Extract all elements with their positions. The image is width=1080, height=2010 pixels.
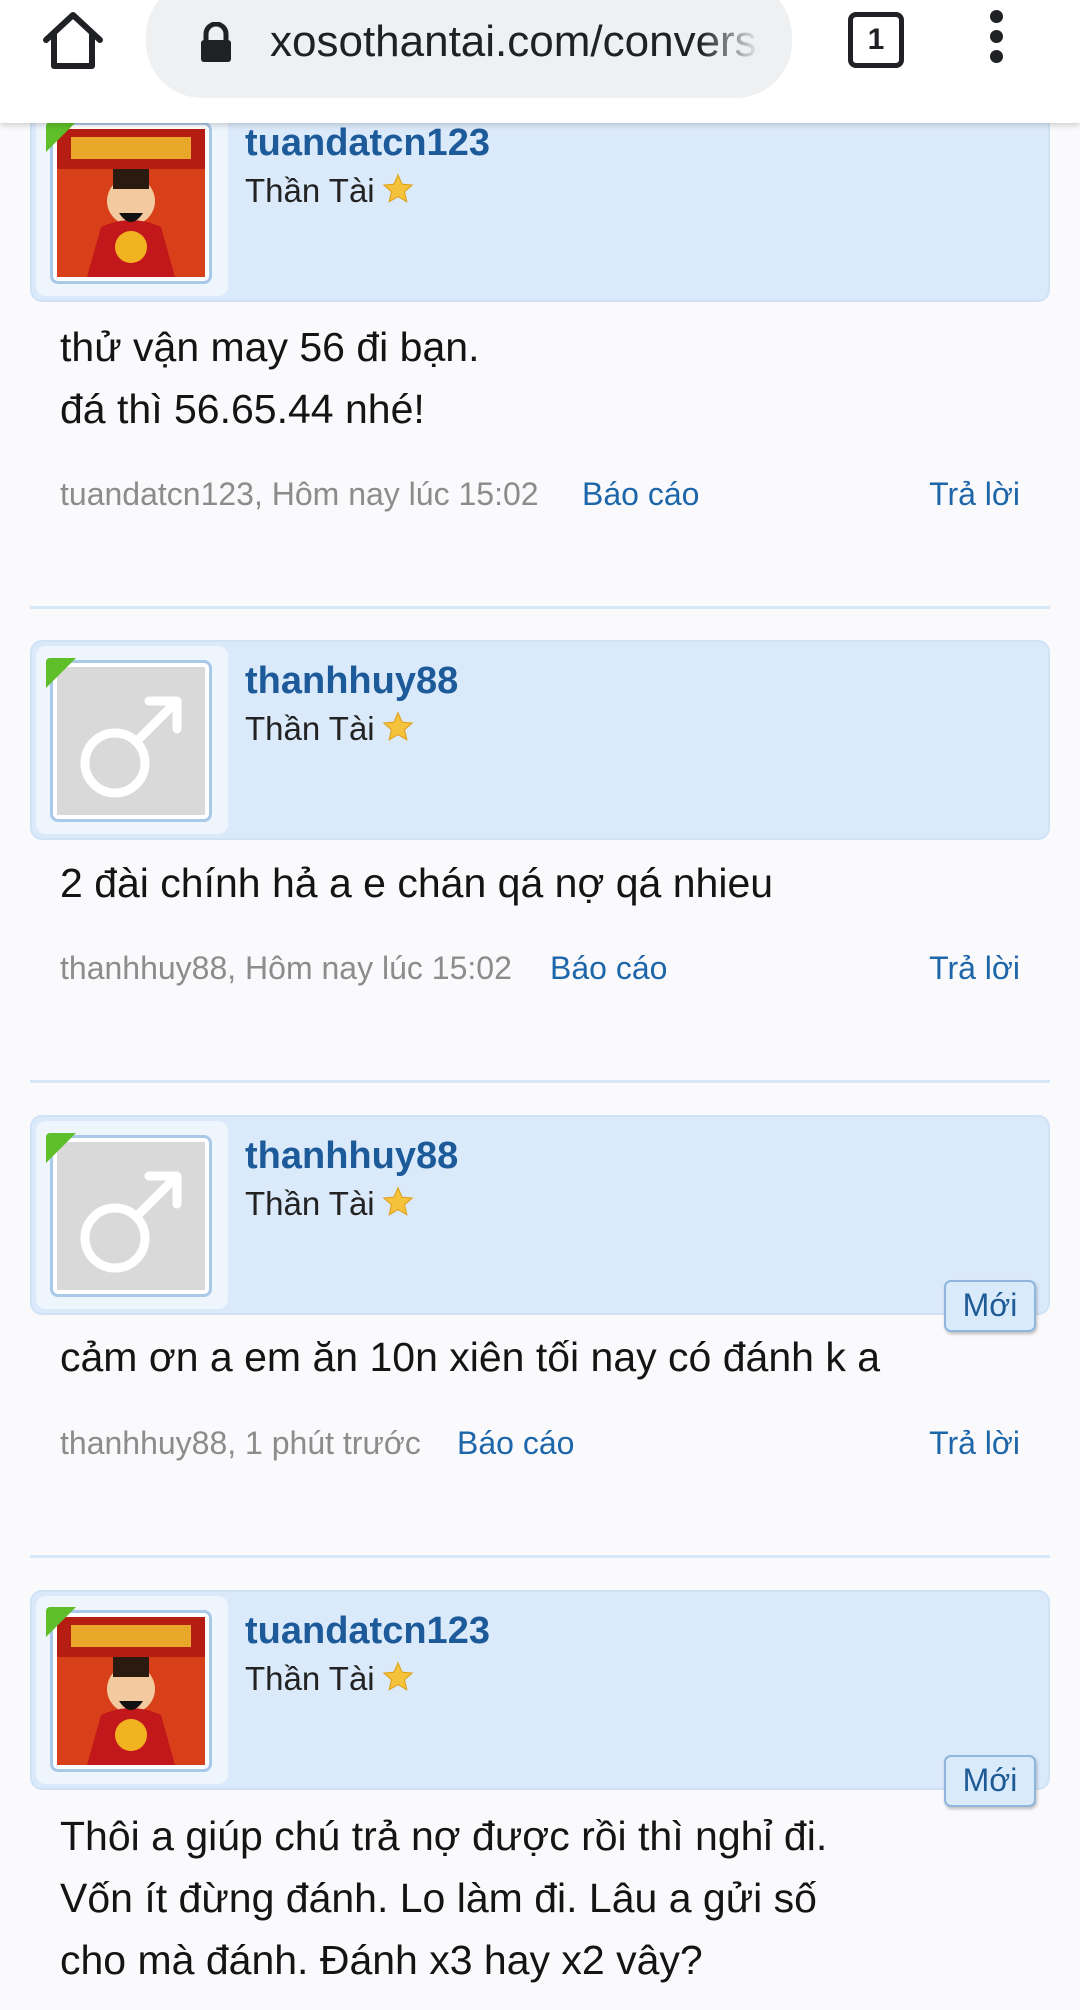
star-icon	[381, 1660, 415, 1702]
username[interactable]: thanhhuy88	[245, 660, 458, 703]
star-icon	[381, 710, 415, 752]
report-link[interactable]: Báo cáo	[550, 950, 667, 987]
message-text: 2 đài chính hả a e chán qá nợ qá nhieu	[60, 860, 774, 906]
message-text: Thôi a giúp chú trả nợ được rồi thì nghỉ…	[60, 1813, 828, 1983]
home-icon[interactable]	[38, 6, 108, 76]
online-indicator-icon	[46, 122, 76, 152]
username[interactable]: tuandatcn123	[245, 1610, 490, 1653]
online-indicator-icon	[46, 1607, 76, 1637]
user-info-panel: thanhhuy88 Thần Tài	[30, 1115, 1050, 1315]
message-text: cảm ơn a em ăn 10n xiên tối nay có đánh …	[60, 1334, 881, 1380]
star-icon	[381, 1185, 415, 1227]
url-text[interactable]: xosothantai.com/conversations/	[270, 14, 760, 70]
username[interactable]: thanhhuy88	[245, 1135, 458, 1178]
message-text: thử vận may 56 đi bạn. đá thì 56.65.44 n…	[60, 324, 480, 432]
rank-label: Thần Tài	[245, 172, 375, 209]
report-link[interactable]: Báo cáo	[457, 1425, 574, 1462]
user-rank: Thần Tài	[245, 1185, 415, 1227]
new-badge: Mới	[944, 1755, 1036, 1807]
user-info-panel: thanhhuy88 Thần Tài	[30, 640, 1050, 840]
reply-link[interactable]: Trả lời	[929, 1425, 1020, 1462]
user-rank: Thần Tài	[245, 1660, 415, 1702]
new-badge: Mới	[944, 1280, 1036, 1332]
rank-label: Thần Tài	[245, 710, 375, 747]
reply-link[interactable]: Trả lời	[929, 476, 1020, 513]
than-tai-avatar-image	[57, 1617, 205, 1765]
user-info-panel: tuandatcn123 Thần Tài	[30, 1590, 1050, 1790]
user-rank: Thần Tài	[245, 710, 415, 752]
default-male-avatar-image	[57, 1142, 205, 1290]
user-info-panel: tuandatcn123 Thần Tài	[30, 102, 1050, 302]
overflow-menu-icon[interactable]	[978, 10, 1014, 70]
rank-label: Thần Tài	[245, 1660, 375, 1697]
than-tai-avatar-image	[57, 129, 205, 277]
divider	[30, 606, 1050, 609]
post-meta: thanhhuy88, Hôm nay lúc 15:02	[60, 950, 512, 986]
post-meta: thanhhuy88, 1 phút trước	[60, 1425, 421, 1461]
report-link[interactable]: Báo cáo	[582, 476, 699, 513]
post-meta: tuandatcn123, Hôm nay lúc 15:02	[60, 476, 539, 512]
username[interactable]: tuandatcn123	[245, 122, 490, 165]
online-indicator-icon	[46, 1133, 76, 1163]
default-male-avatar-image	[57, 667, 205, 815]
user-rank: Thần Tài	[245, 172, 415, 214]
divider	[30, 1080, 1050, 1083]
rank-label: Thần Tài	[245, 1185, 375, 1222]
browser-toolbar: xosothantai.com/conversations/ 1	[0, 0, 1080, 123]
lock-icon[interactable]	[198, 21, 234, 64]
online-indicator-icon	[46, 658, 76, 688]
reply-link[interactable]: Trả lời	[929, 950, 1020, 987]
tab-switcher-button[interactable]: 1	[848, 12, 904, 68]
divider	[30, 1555, 1050, 1558]
star-icon	[381, 172, 415, 214]
